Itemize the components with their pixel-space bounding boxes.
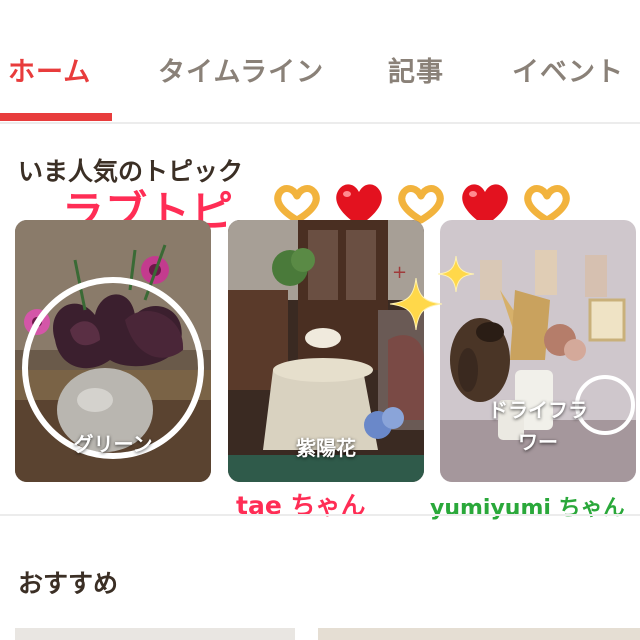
heart-hands-icon (524, 185, 570, 224)
sparkle-icon (437, 255, 475, 293)
tab-home[interactable]: ホーム (8, 50, 91, 89)
topic-card-label: グリーン (73, 432, 153, 456)
recommended-card[interactable] (15, 628, 295, 640)
credit-text: yumiyumi ちゃん (430, 496, 625, 521)
active-tab-indicator (0, 113, 112, 121)
credit-text: tae ちゃん (236, 491, 366, 520)
topic-card-label: ドライフラ ワー (488, 398, 588, 454)
topic-card-green[interactable]: グリーン (15, 220, 211, 482)
topic-card-label: 紫陽花 (296, 436, 356, 460)
tab-bar: ホーム タイムライン 記事 イベント (0, 0, 640, 124)
tab-articles[interactable]: 記事 (388, 50, 444, 89)
heart-hands-icon (274, 185, 320, 224)
recommended-title: おすすめ (18, 569, 119, 598)
topic-card-hydrangea[interactable]: 紫陽花 (228, 220, 424, 482)
tab-events[interactable]: イベント (512, 50, 624, 89)
section-divider (0, 514, 640, 516)
recommended-card[interactable] (318, 628, 640, 640)
plus-mark: + (392, 262, 408, 283)
heart-hands-icon (398, 185, 444, 224)
tab-timeline[interactable]: タイムライン (158, 50, 324, 89)
